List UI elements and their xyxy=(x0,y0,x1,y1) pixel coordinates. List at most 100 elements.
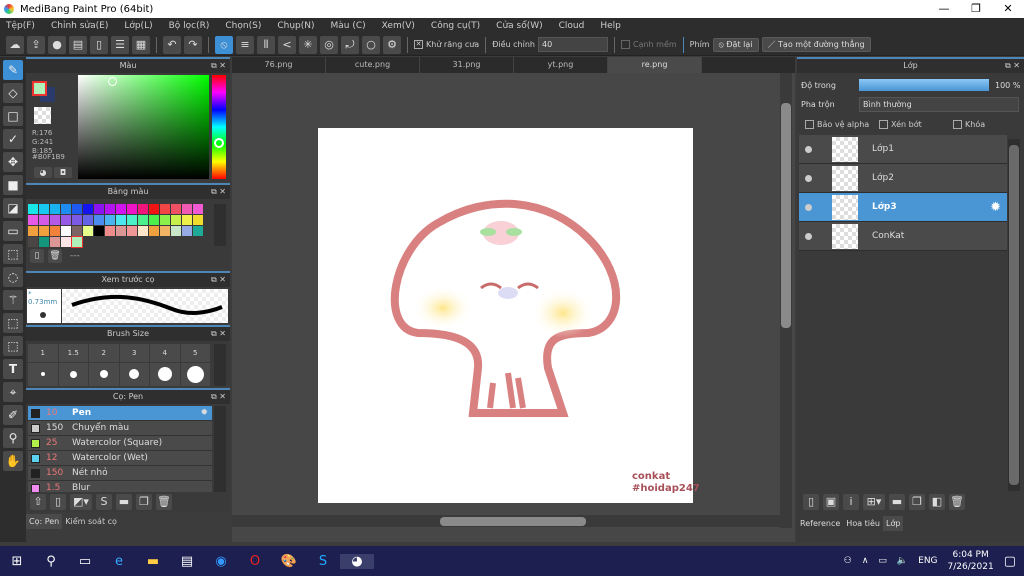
menu-file[interactable]: Tệp(F) xyxy=(6,21,35,31)
new-text-layer-icon[interactable]: i xyxy=(843,494,859,510)
tab-layer[interactable]: Lớp xyxy=(883,516,904,531)
close-button[interactable]: ✕ xyxy=(992,0,1024,18)
brush-size-scrollbar[interactable] xyxy=(214,344,226,386)
palette-swatch[interactable] xyxy=(72,226,82,236)
brush-size-option[interactable]: 2 xyxy=(89,344,120,386)
palette-swatch[interactable] xyxy=(105,215,115,225)
document-tab[interactable]: 76.png xyxy=(232,57,326,73)
folder-icon[interactable]: ▬ xyxy=(116,494,132,510)
saturation-value-picker[interactable] xyxy=(78,75,209,179)
brush-item[interactable]: 150 Chuyển màu xyxy=(28,421,212,436)
antialias-toggle[interactable]: ✕ Khử răng cưa xyxy=(414,40,479,49)
brush-list-scrollbar[interactable] xyxy=(214,406,226,492)
layer-row[interactable]: Lớp3 ✹ xyxy=(799,193,1007,222)
palette-swatch[interactable] xyxy=(39,204,49,214)
layer-visibility-icon[interactable] xyxy=(805,145,812,153)
palette-swatch[interactable] xyxy=(171,226,181,236)
palette-swatch[interactable] xyxy=(193,215,203,225)
panel-close-icon[interactable]: ⧉ ✕ xyxy=(1005,59,1020,73)
share-icon[interactable]: ⇪ xyxy=(27,35,45,54)
brush-size-option[interactable]: 1.5 xyxy=(58,344,89,386)
hue-slider[interactable] xyxy=(212,75,226,179)
document-tab[interactable]: yt.png xyxy=(514,57,608,73)
brush-item[interactable]: 10 Pen ✹ xyxy=(28,406,212,421)
eyedropper-tool-icon[interactable]: ⚲ xyxy=(3,428,23,448)
palette-swatch[interactable] xyxy=(72,215,82,225)
select-pen-tool-icon[interactable]: ⬚ xyxy=(3,313,23,333)
layer-list-scrollbar[interactable] xyxy=(1008,139,1020,491)
tab-navigator[interactable]: Hoa tiêu xyxy=(843,516,883,531)
layer-settings-icon[interactable]: ✹ xyxy=(990,200,1001,215)
panel-close-icon[interactable]: ⧉ ✕ xyxy=(211,273,226,287)
palette-swatch[interactable] xyxy=(83,204,93,214)
task-view-icon[interactable]: ▭ xyxy=(68,554,102,569)
brush-settings-icon[interactable]: ✹ xyxy=(200,408,208,418)
store-icon[interactable]: ▤ xyxy=(170,554,204,569)
palette-swatch[interactable] xyxy=(72,204,82,214)
delete-layer-icon[interactable]: 🗑 xyxy=(949,494,965,510)
brush-item[interactable]: 25 Watercolor (Square) xyxy=(28,436,212,451)
palette-swatch[interactable] xyxy=(105,226,115,236)
menu-tools[interactable]: Công cụ(T) xyxy=(431,21,480,31)
notification-icon[interactable]: ▢ xyxy=(1004,554,1016,569)
skype-icon[interactable]: S xyxy=(306,554,340,569)
palette-swatch[interactable] xyxy=(28,226,38,236)
maximize-button[interactable]: ❐ xyxy=(960,0,992,18)
blend-mode-select[interactable]: Bình thường xyxy=(859,97,1019,112)
operation-tool-icon[interactable]: ⌖ xyxy=(3,382,23,402)
palette-swatch[interactable] xyxy=(94,226,104,236)
paint-icon[interactable]: 🎨 xyxy=(272,554,306,569)
move-tool-icon[interactable]: ✥ xyxy=(3,152,23,172)
menu-layer[interactable]: Lớp(L) xyxy=(124,21,152,31)
menu-window[interactable]: Cửa sổ(W) xyxy=(496,21,542,31)
panel-close-icon[interactable]: ⧉ ✕ xyxy=(211,327,226,341)
menu-edit[interactable]: Chỉnh sửa(E) xyxy=(51,21,108,31)
menu-view[interactable]: Xem(V) xyxy=(382,21,415,31)
palette-swatch[interactable] xyxy=(83,215,93,225)
tray-chevron-icon[interactable]: ∧ xyxy=(862,556,869,566)
palette-swatch[interactable] xyxy=(138,226,148,236)
panel-close-icon[interactable]: ⧉ ✕ xyxy=(211,59,226,73)
menu-filter[interactable]: Bộ lọc(R) xyxy=(169,21,210,31)
brush-tool-icon[interactable]: ✎ xyxy=(3,60,23,80)
select-eraser-tool-icon[interactable]: ⬚ xyxy=(3,336,23,356)
circle-snap-icon[interactable]: ○ xyxy=(362,35,380,54)
palette-swatch[interactable] xyxy=(28,215,38,225)
palette-swatch[interactable] xyxy=(149,215,159,225)
palette-swatch[interactable] xyxy=(61,204,71,214)
opera-icon[interactable]: O xyxy=(238,554,272,569)
palette-swatch[interactable] xyxy=(50,226,60,236)
palette-swatch[interactable] xyxy=(71,236,83,248)
new-palette-icon[interactable]: ▯ xyxy=(30,249,44,263)
palette-swatch[interactable] xyxy=(127,215,137,225)
layer-row[interactable]: Lớp2 xyxy=(799,164,1007,193)
brush-size-option[interactable]: 1 xyxy=(28,344,59,386)
palette-swatch[interactable] xyxy=(138,204,148,214)
new-halftone-layer-icon[interactable]: ▣ xyxy=(823,494,839,510)
add-brush-dropdown-icon[interactable]: ◩▾ xyxy=(70,494,92,510)
layer-visibility-icon[interactable] xyxy=(805,232,812,240)
curve-snap-icon[interactable]: ⤾ xyxy=(341,35,359,54)
palette-swatch[interactable] xyxy=(28,237,38,247)
straight-line-button[interactable]: ／ Tạo một đường thẳng xyxy=(761,37,871,52)
brush-size-option[interactable]: 3 xyxy=(119,344,150,386)
message-icon[interactable]: ▤ xyxy=(69,35,87,54)
new-layer-icon[interactable]: ▯ xyxy=(803,494,819,510)
gradient-tool-icon[interactable]: ▭ xyxy=(3,221,23,241)
palette-swatch[interactable] xyxy=(28,204,38,214)
snap-off-icon[interactable]: ⦸ xyxy=(215,35,233,54)
brush-item[interactable]: 150 Nét nhỏ xyxy=(28,466,212,481)
add-layer-dropdown-icon[interactable]: ⊞▾ xyxy=(863,494,885,510)
merge-layer-icon[interactable]: ◧ xyxy=(929,494,945,510)
hand-tool-icon[interactable]: ✋ xyxy=(3,451,23,471)
palette-scrollbar[interactable] xyxy=(214,204,226,246)
palette-swatch[interactable] xyxy=(61,215,71,225)
lasso-tool-icon[interactable]: ◌ xyxy=(3,267,23,287)
perspective-snap-icon[interactable]: < xyxy=(278,35,296,54)
brush-size-option[interactable]: 5 xyxy=(180,344,211,386)
upload-brush-icon[interactable]: ⇧ xyxy=(30,494,46,510)
new-brush-icon[interactable]: ▯ xyxy=(50,494,66,510)
soft-edge-checkbox[interactable] xyxy=(620,40,630,49)
brush-script-icon[interactable]: S xyxy=(96,494,112,510)
layer-visibility-icon[interactable] xyxy=(805,174,812,182)
